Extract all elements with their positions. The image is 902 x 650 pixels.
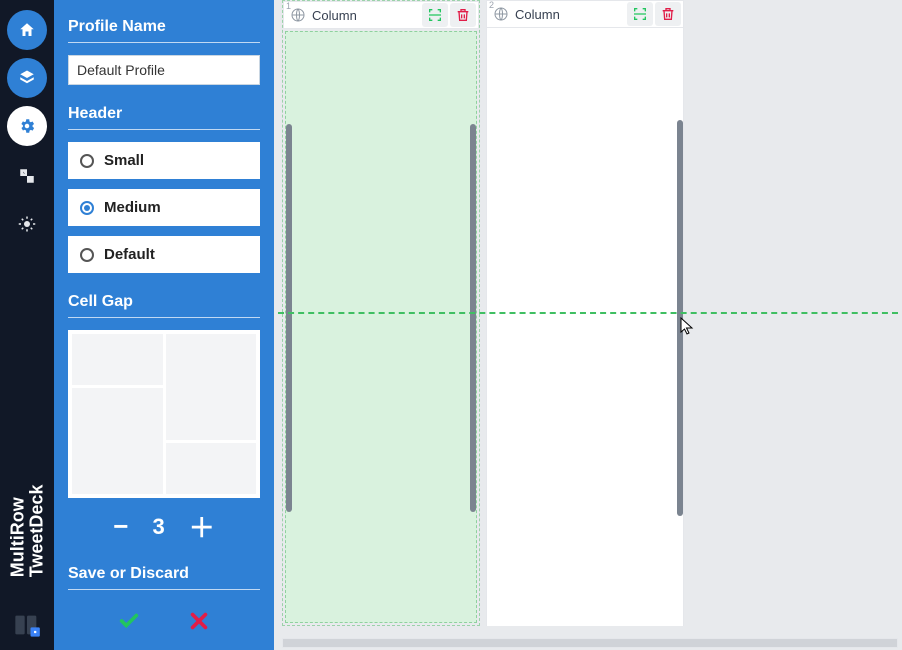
cell-gap-preview: [68, 330, 260, 498]
save-discard-section: Save or Discard: [68, 565, 260, 640]
column-body[interactable]: [285, 31, 477, 623]
column-number: 1: [286, 1, 291, 11]
divider: [68, 42, 260, 43]
nav-rail: MultiRow TweetDeck: [0, 0, 54, 650]
header-title: Header: [68, 105, 260, 123]
brand-icon: [10, 610, 44, 640]
column-number: 2: [489, 0, 494, 10]
scroll-guide: [470, 124, 476, 512]
radio-label: Small: [104, 152, 144, 169]
cell-gap-section: Cell Gap − 3 ＋: [68, 293, 260, 545]
globe-icon: [290, 7, 306, 23]
save-button[interactable]: [118, 610, 140, 632]
divider: [68, 317, 260, 318]
increase-button[interactable]: ＋: [189, 508, 215, 545]
column-header: 1 Column: [283, 1, 479, 29]
brand-label: MultiRow TweetDeck: [8, 485, 46, 578]
theme-button[interactable]: [7, 204, 47, 244]
delete-column-button[interactable]: [655, 2, 681, 26]
cursor-icon: [680, 317, 694, 335]
profile-name-section: Profile Name: [68, 18, 260, 85]
settings-button[interactable]: [7, 106, 47, 146]
layout-canvas: 1 Column: [274, 0, 902, 650]
layers-icon: [18, 69, 36, 87]
scroll-guide: [286, 124, 292, 512]
save-discard-title: Save or Discard: [68, 565, 260, 583]
trash-icon: [455, 7, 471, 23]
radio-label: Default: [104, 246, 155, 263]
horizontal-scrollbar[interactable]: [282, 638, 898, 648]
radio-icon: [80, 154, 94, 168]
profile-name-title: Profile Name: [68, 18, 260, 36]
settings-panel: Profile Name Header Small Medium Default: [54, 0, 274, 650]
layers-button[interactable]: [7, 58, 47, 98]
delete-column-button[interactable]: [450, 3, 476, 27]
radio-icon: [80, 201, 94, 215]
scrollbar-thumb[interactable]: [283, 639, 897, 647]
gear-icon: [18, 117, 36, 135]
radio-label: Medium: [104, 199, 161, 216]
decrease-button[interactable]: −: [113, 511, 128, 542]
cell-gap-stepper: − 3 ＋: [68, 508, 260, 545]
column-label: Column: [515, 7, 560, 22]
column-body[interactable]: [486, 28, 684, 626]
trash-icon: [660, 6, 676, 22]
row-split-guide: [278, 312, 898, 314]
split-column-button[interactable]: [422, 3, 448, 27]
split-icon: [427, 7, 443, 23]
globe-icon: [493, 6, 509, 22]
brightness-icon: [18, 215, 36, 233]
radio-icon: [80, 248, 94, 262]
cell-gap-value: 3: [152, 514, 164, 540]
discard-button[interactable]: [188, 610, 210, 632]
home-button[interactable]: [7, 10, 47, 50]
translate-icon: [18, 167, 36, 185]
column-label: Column: [312, 8, 357, 23]
split-icon: [632, 6, 648, 22]
divider: [68, 589, 260, 590]
cell-gap-title: Cell Gap: [68, 293, 260, 311]
translate-button[interactable]: [7, 156, 47, 196]
split-column-button[interactable]: [627, 2, 653, 26]
home-icon: [18, 21, 36, 39]
header-option-default[interactable]: Default: [68, 236, 260, 273]
divider: [68, 129, 260, 130]
header-option-small[interactable]: Small: [68, 142, 260, 179]
column-header: 2 Column: [486, 0, 684, 28]
header-section: Header Small Medium Default: [68, 105, 260, 273]
profile-name-input[interactable]: [68, 55, 260, 85]
header-option-medium[interactable]: Medium: [68, 189, 260, 226]
